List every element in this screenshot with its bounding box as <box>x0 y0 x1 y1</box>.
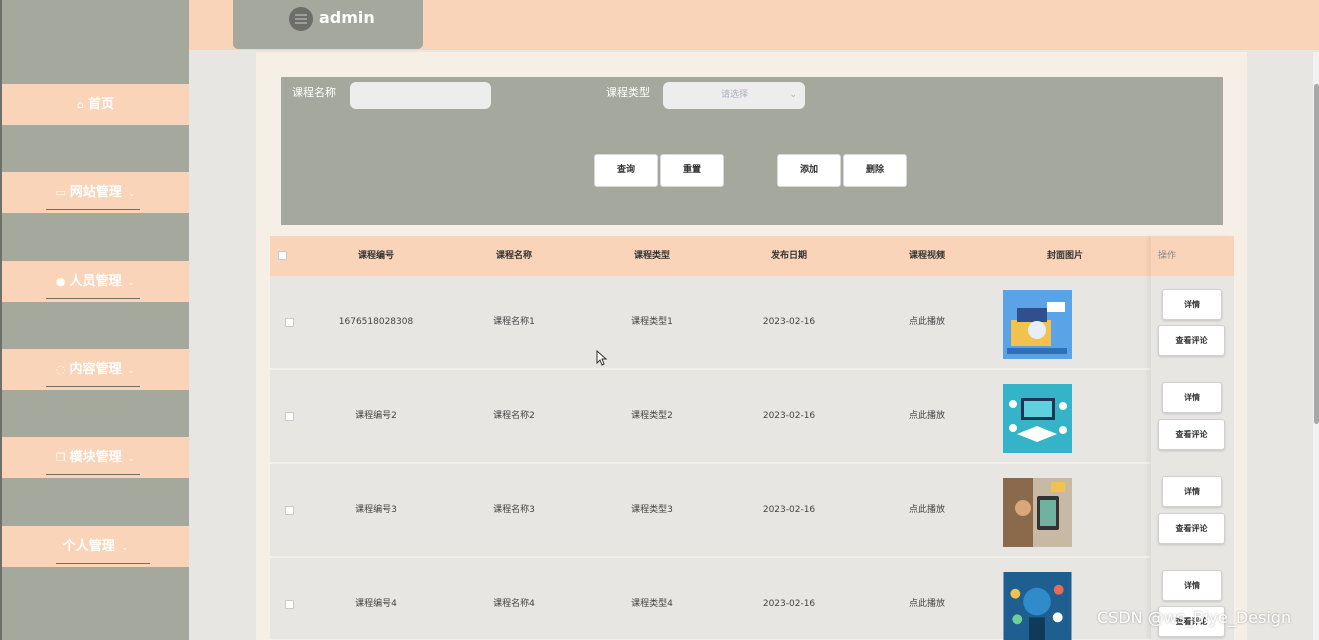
table-header: 课程编号 课程名称 课程类型 发布日期 课程视频 封面图片 <box>270 236 1234 276</box>
top-header: admin <box>189 0 1319 50</box>
chevron-down-icon: ⌄ <box>120 543 129 553</box>
cell-type: 课程类型2 <box>631 411 673 421</box>
play-video-link[interactable]: 点此播放 <box>877 558 977 640</box>
cell-date: 2023-02-16 <box>762 505 816 515</box>
select-all-checkbox[interactable] <box>278 251 287 260</box>
cell-code: 课程编号3 <box>355 505 397 515</box>
sidebar-item-label: 模块管理 <box>69 450 122 465</box>
sidebar-item-label: 内容管理 <box>69 362 122 377</box>
chevron-down-icon: ⌄ <box>127 278 136 288</box>
sidebar-item-label: 首页 <box>87 97 114 112</box>
menu-underline <box>46 386 140 387</box>
course-name-input[interactable] <box>350 82 491 109</box>
mouse-cursor-icon <box>596 350 608 366</box>
sidebar-item-home[interactable]: ⌂ 首页 <box>2 84 189 125</box>
cell-date: 2023-02-16 <box>762 599 816 609</box>
username: admin <box>319 8 375 27</box>
detail-button[interactable]: 详情 <box>1162 570 1222 601</box>
table-row: 课程编号4 课程名称4 课程类型4 2023-02-16 点此播放 <box>270 558 1234 640</box>
column-header-video: 课程视频 <box>908 251 945 261</box>
copy-icon: ❐ <box>55 451 66 464</box>
play-video-link[interactable]: 点此播放 <box>877 370 977 463</box>
menu-underline <box>46 298 140 299</box>
add-button[interactable]: 添加 <box>777 154 841 187</box>
menu-underline <box>46 209 140 210</box>
sidebar-item-label: 个人管理 <box>62 539 115 554</box>
row-checkbox[interactable] <box>285 412 294 421</box>
chevron-down-icon: ⌄ <box>127 366 136 376</box>
cell-name: 课程名称3 <box>493 505 535 515</box>
course-type-label: 课程类型 <box>606 86 650 99</box>
cell-date: 2023-02-16 <box>762 411 816 421</box>
chevron-down-icon: ⌄ <box>789 90 797 100</box>
view-comments-button[interactable]: 查看评论 <box>1158 419 1225 450</box>
column-header-type: 课程类型 <box>633 251 670 261</box>
cell-code: 课程编号4 <box>355 599 397 609</box>
message-icon: ◌ <box>55 363 66 376</box>
course-type-placeholder: 请选择 <box>721 90 749 100</box>
sidebar-item-label: 人员管理 <box>69 274 122 289</box>
cell-code: 1676518028308 <box>338 317 414 327</box>
reset-button[interactable]: 重置 <box>660 154 724 187</box>
column-header-actions: 操作 <box>1151 236 1234 276</box>
row-checkbox[interactable] <box>285 506 294 515</box>
menu-underline <box>46 474 140 475</box>
chevron-down-icon: ⌄ <box>127 189 136 199</box>
cell-name: 课程名称2 <box>493 411 535 421</box>
row-checkbox[interactable] <box>285 600 294 609</box>
detail-button[interactable]: 详情 <box>1162 382 1222 413</box>
monitor-icon: ▭ <box>55 186 66 199</box>
cell-type: 课程类型4 <box>631 599 673 609</box>
cell-type: 课程类型1 <box>631 317 673 327</box>
user-icon: ● <box>55 275 66 288</box>
cover-image[interactable] <box>1003 478 1072 547</box>
cell-name: 课程名称1 <box>493 317 535 327</box>
chevron-down-icon: ⌄ <box>127 454 136 464</box>
course-table: 课程编号 课程名称 课程类型 发布日期 课程视频 封面图片 1676518028… <box>270 236 1234 640</box>
sidebar-item-label: 网站管理 <box>69 185 122 200</box>
detail-button[interactable]: 详情 <box>1162 289 1222 320</box>
scrollbar-thumb[interactable] <box>1314 84 1319 424</box>
cell-name: 课程名称4 <box>493 599 535 609</box>
cover-image[interactable] <box>1003 384 1072 453</box>
cover-image[interactable] <box>1003 572 1072 640</box>
course-name-label: 课程名称 <box>292 86 336 99</box>
course-type-select[interactable]: 请选择 ⌄ <box>663 82 805 109</box>
table-row: 课程编号2 课程名称2 课程类型2 2023-02-16 点此播放 <box>270 370 1234 463</box>
query-button[interactable]: 查询 <box>594 154 658 187</box>
cell-code: 课程编号2 <box>355 411 397 421</box>
play-video-link[interactable]: 点此播放 <box>877 276 977 369</box>
watermark: CSDN @ws_Biye_Design <box>1097 608 1292 627</box>
delete-button[interactable]: 删除 <box>843 154 907 187</box>
search-panel: 课程名称 课程类型 请选择 ⌄ 查询 重置 添加 删除 <box>281 77 1223 225</box>
column-header-code: 课程编号 <box>357 251 394 261</box>
row-checkbox[interactable] <box>285 318 294 327</box>
table-row: 1676518028308 课程名称1 课程类型1 2023-02-16 点此播… <box>270 276 1234 369</box>
detail-button[interactable]: 详情 <box>1162 476 1222 507</box>
user-menu[interactable]: admin <box>233 0 423 49</box>
column-header-name: 课程名称 <box>495 251 532 261</box>
view-comments-button[interactable]: 查看评论 <box>1158 513 1225 544</box>
cover-image[interactable] <box>1003 290 1072 359</box>
sidebar-item-personnel-management[interactable]: ● 人员管理 ⌄ <box>2 261 189 302</box>
column-header-cover: 封面图片 <box>1046 251 1083 261</box>
menu-underline <box>56 563 150 564</box>
cell-type: 课程类型3 <box>631 505 673 515</box>
table-row: 课程编号3 课程名称3 课程类型3 2023-02-16 点此播放 <box>270 464 1234 557</box>
avatar <box>289 7 313 31</box>
play-video-link[interactable]: 点此播放 <box>877 464 977 557</box>
view-comments-button[interactable]: 查看评论 <box>1158 325 1225 356</box>
cell-date: 2023-02-16 <box>762 317 816 327</box>
sidebar-item-module-management[interactable]: ❐ 模块管理 ⌄ <box>2 437 189 478</box>
sidebar: ⌂ 首页 ▭ 网站管理 ⌄ ● 人员管理 ⌄ ◌ 内容管理 ⌄ ❐ 模块管理 ⌄ 个人管理 ⌄ <box>0 0 189 640</box>
sidebar-item-website-management[interactable]: ▭ 网站管理 ⌄ <box>2 172 189 213</box>
sidebar-item-content-management[interactable]: ◌ 内容管理 ⌄ <box>2 349 189 390</box>
column-header-date: 发布日期 <box>770 251 807 261</box>
main-content: 课程名称 课程类型 请选择 ⌄ 查询 重置 添加 删除 课程编号 课程名称 课程… <box>256 52 1247 640</box>
sidebar-item-personal-management[interactable]: 个人管理 ⌄ <box>2 526 189 567</box>
home-icon: ⌂ <box>77 98 84 111</box>
